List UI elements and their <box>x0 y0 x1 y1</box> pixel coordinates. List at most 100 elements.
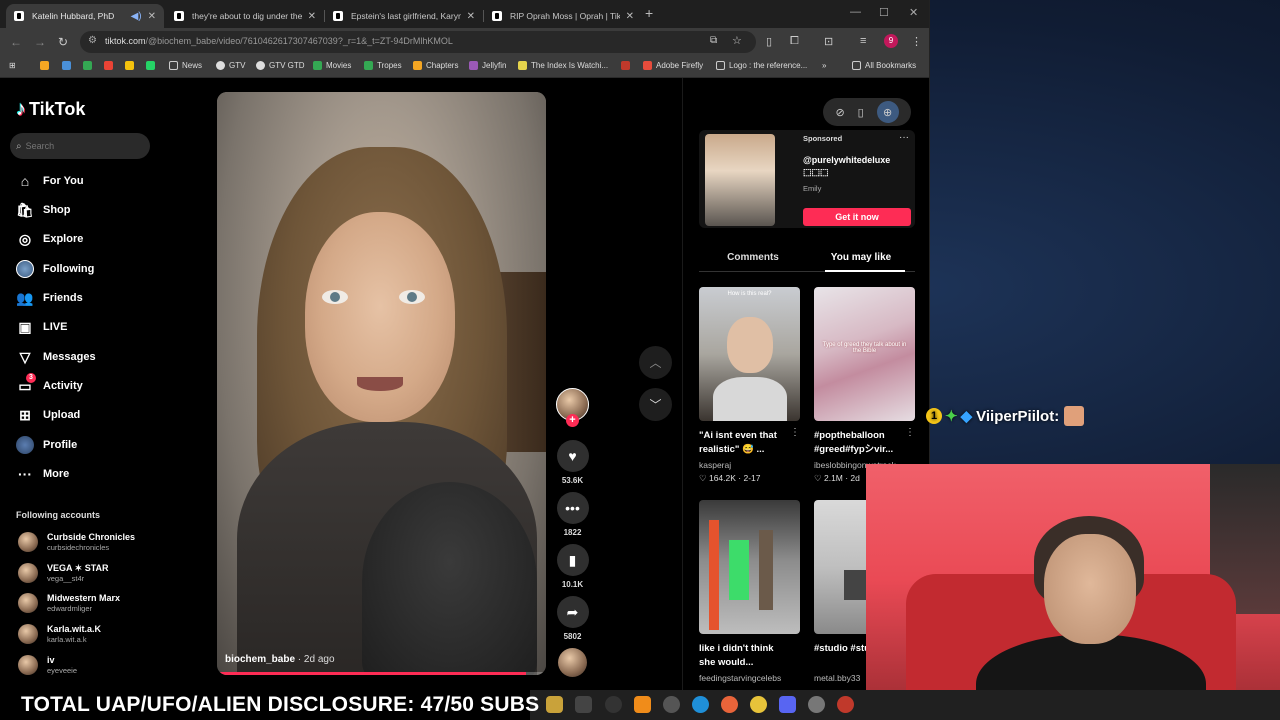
back-icon[interactable]: ← <box>10 35 22 49</box>
bookmark-icon-5[interactable] <box>146 61 159 70</box>
video-username[interactable]: biochem_babe <box>225 654 295 665</box>
tiktok-logo[interactable]: ♪ TikTok <box>16 98 85 121</box>
taskbar-app-icon[interactable] <box>546 696 563 713</box>
playlist-icon[interactable]: ≡ <box>860 35 866 47</box>
bookmark-news[interactable]: News <box>169 61 202 70</box>
close-tab-icon[interactable]: ✕ <box>308 11 316 22</box>
bookmark-icon-6[interactable] <box>621 61 634 70</box>
nav-upload[interactable]: ⊞ Upload <box>16 406 80 424</box>
browser-tab-1[interactable]: Katelin Hubbard, PhD ◀) ✕ <box>6 4 164 28</box>
bookmark-jellyfin[interactable]: Jellyfin <box>469 61 506 70</box>
maximize-icon[interactable]: ☐ <box>879 6 889 19</box>
new-tab-icon[interactable]: + <box>645 5 653 21</box>
like-action[interactable]: ♥ 53.6K <box>556 440 589 485</box>
bookmark-gtv[interactable]: GTV <box>216 61 245 70</box>
share-action[interactable]: ➦ 5802 <box>556 596 589 641</box>
browser-tab-2[interactable]: they're about to dig under the p ✕ <box>166 4 324 28</box>
bookmark-icon[interactable]: ▮ <box>556 544 589 576</box>
discord-icon[interactable] <box>779 696 796 713</box>
bookmark-tropes[interactable]: Tropes <box>364 61 402 70</box>
video-thumbnail[interactable]: How is this real? <box>699 287 800 421</box>
video-card[interactable]: like i didn't think she would... feeding… <box>699 500 800 683</box>
profile-avatar-icon[interactable]: 9 <box>884 34 898 48</box>
taskbar-app-icon[interactable] <box>575 696 592 713</box>
taskbar-app-icon[interactable] <box>663 696 680 713</box>
follow-plus-icon[interactable]: + <box>566 414 579 427</box>
forward-icon[interactable]: → <box>34 35 46 49</box>
video-player[interactable]: biochem_babe · 2d ago <box>217 92 546 675</box>
site-info-icon[interactable]: ⚙ <box>88 35 97 46</box>
audio-icon[interactable]: ◀) <box>131 11 142 22</box>
video-card[interactable]: How is this real? ⋮ "Ai isnt even that r… <box>699 287 800 484</box>
bookmark-star-icon[interactable]: ☆ <box>732 34 742 47</box>
nav-activity[interactable]: ▭ 3 Activity <box>16 373 83 395</box>
ad-options-icon[interactable]: ··· <box>899 132 909 143</box>
comment-action[interactable]: ••• 1822 <box>556 492 589 537</box>
following-account[interactable]: Midwestern Marx edwardmliger <box>18 593 120 613</box>
nav-live[interactable]: ▣ LIVE <box>16 318 67 336</box>
tab-you-may-like[interactable]: You may like <box>807 252 915 263</box>
kebab-menu-icon[interactable]: ⋮ <box>911 35 922 48</box>
nav-shop[interactable]: 🛍 Shop <box>16 201 70 219</box>
nav-friends[interactable]: 👥 Friends <box>16 289 82 307</box>
nav-more[interactable]: ··· More <box>16 465 69 483</box>
bookmark-adobe-firefly[interactable]: Adobe Firefly <box>643 61 703 70</box>
reload-icon[interactable]: ↻ <box>58 35 68 49</box>
video-card[interactable]: Type of greed they talk about in the Bib… <box>814 287 915 484</box>
vlc-icon[interactable] <box>634 696 651 713</box>
nav-profile[interactable]: Profile <box>16 436 77 454</box>
card-author[interactable]: kasperaj <box>699 460 800 470</box>
following-account[interactable]: Curbside Chronicles curbsidechronicles <box>18 532 135 552</box>
gmail-icon[interactable] <box>104 61 117 70</box>
search-box[interactable]: ⌕ <box>10 133 150 159</box>
firefox-icon[interactable] <box>721 696 738 713</box>
bookmark-icon-4[interactable] <box>125 61 138 70</box>
minimize-icon[interactable]: — <box>850 6 861 18</box>
browser-tab-3[interactable]: Epstein's last girlfriend, Karyna ✕ <box>325 4 483 28</box>
globe-icon[interactable]: ⊕ <box>876 101 899 123</box>
video-thumbnail[interactable] <box>699 500 800 634</box>
following-account[interactable]: VEGA ✶ STAR vega__st4r <box>18 563 109 583</box>
ad-handle[interactable]: @purelywhitedeluxe ⬚⬚⬚ <box>803 154 911 178</box>
heart-icon[interactable]: ♥ <box>556 440 589 472</box>
video-thumbnail[interactable]: Type of greed they talk about in the Bib… <box>814 287 915 421</box>
nav-explore[interactable]: ◎ Explore <box>16 230 83 248</box>
browser-tab-4[interactable]: RIP Oprah Moss | Oprah | TikTo ✕ <box>484 4 642 28</box>
save-action[interactable]: ▮ 10.1K <box>556 544 589 589</box>
bookmark-movies[interactable]: Movies <box>313 61 351 70</box>
edge-icon[interactable] <box>692 696 709 713</box>
search-input[interactable] <box>25 141 136 151</box>
nav-for-you[interactable]: ⌂ For You <box>16 172 84 190</box>
share-arrow-icon[interactable]: ➦ <box>556 596 589 628</box>
taskbar-app-icon[interactable] <box>837 696 854 713</box>
tab-comments[interactable]: Comments <box>699 252 807 263</box>
extensions-icon[interactable]: ⧠ <box>790 35 799 48</box>
nav-messages[interactable]: ▽ Messages <box>16 348 96 366</box>
url-text[interactable]: tiktok.com/@biochem_babe/video/761046261… <box>105 36 453 46</box>
following-account[interactable]: iv eyeveeie <box>18 655 77 675</box>
sponsored-ad[interactable]: Sponsored ··· @purelywhitedeluxe ⬚⬚⬚ Emi… <box>699 130 915 228</box>
comment-bubble-icon[interactable]: ••• <box>556 492 589 524</box>
close-tab-icon[interactable]: ✕ <box>148 11 156 22</box>
bookmark-icon-3[interactable] <box>83 61 96 70</box>
close-tab-icon[interactable]: ✕ <box>467 11 475 22</box>
phone-icon[interactable]: ▯ <box>858 106 864 119</box>
reading-list-icon[interactable]: ▯ <box>766 35 772 48</box>
close-tab-icon[interactable]: ✕ <box>626 11 634 22</box>
bookmark-gtv-gtd[interactable]: GTV GTD <box>256 61 305 70</box>
bookmark-logo-reference[interactable]: Logo : the reference... <box>716 61 807 70</box>
address-bar[interactable]: ⚙ tiktok.com/@biochem_babe/video/7610462… <box>80 31 756 53</box>
get-it-now-button[interactable]: Get it now <box>803 208 911 226</box>
taskbar-app-icon[interactable] <box>808 696 825 713</box>
all-bookmarks[interactable]: All Bookmarks <box>852 61 916 70</box>
following-account[interactable]: Karla.wit.a.K karla.wit.a.k <box>18 624 101 644</box>
card-options-icon[interactable]: ⋮ <box>905 427 915 438</box>
bookmark-icon-1[interactable] <box>40 61 53 70</box>
compass-icon[interactable]: ⊘ <box>835 106 844 119</box>
bookmark-chapters[interactable]: Chapters <box>413 61 458 70</box>
card-author[interactable]: feedingstarvingcelebs <box>699 673 800 683</box>
music-disc-avatar[interactable] <box>558 648 587 677</box>
apps-grid-icon[interactable]: ⊞ <box>9 61 16 70</box>
bookmark-icon-2[interactable] <box>62 61 75 70</box>
video-progress-bar[interactable] <box>217 672 546 675</box>
